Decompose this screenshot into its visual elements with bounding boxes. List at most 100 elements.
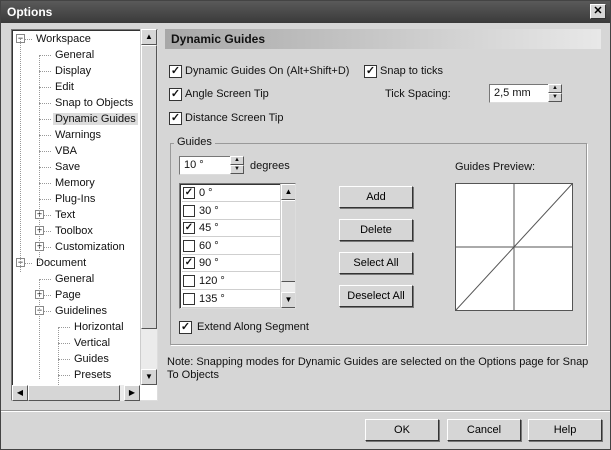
- tree-vertical-scrollbar[interactable]: ▲ ▼: [140, 29, 157, 385]
- scroll-right-button[interactable]: ▶: [124, 385, 140, 401]
- tree-item-label: Dynamic Guides: [53, 113, 138, 125]
- tree-item[interactable]: Horizontal: [72, 319, 126, 335]
- tree-item[interactable]: General: [53, 47, 96, 63]
- tree-item[interactable]: Page: [53, 287, 83, 303]
- guide-checkbox[interactable]: ✓: [183, 187, 195, 199]
- deselect-all-button[interactable]: Deselect All: [339, 285, 413, 307]
- tree-item[interactable]: Dynamic Guides: [53, 111, 138, 127]
- guide-label: 0 °: [199, 187, 213, 199]
- tick-spacing-field[interactable]: 2,5 mm: [489, 84, 549, 103]
- guide-list-item[interactable]: 60 °: [182, 238, 280, 255]
- scroll-up-button[interactable]: ▲: [281, 184, 295, 200]
- dynamic-guides-on-checkbox[interactable]: ✓: [169, 65, 182, 78]
- arrow-up-icon: ▲: [284, 187, 293, 196]
- guide-list-item[interactable]: ✓ 45 °: [182, 220, 280, 238]
- tree-item-label: Workspace: [36, 33, 91, 45]
- help-button[interactable]: Help: [528, 419, 602, 441]
- spin-down-icon[interactable]: ▼: [230, 165, 244, 174]
- tick-spacing-value: 2,5 mm: [494, 87, 531, 99]
- select-all-button[interactable]: Select All: [339, 252, 413, 274]
- arrow-down-icon: ▼: [145, 372, 153, 381]
- tick-spacing-spinner[interactable]: ▲ ▼: [548, 84, 562, 102]
- tree-item-label: Memory: [55, 177, 95, 189]
- hscroll-thumb[interactable]: [28, 385, 120, 401]
- tree-item-label: VBA: [55, 145, 78, 157]
- tree-item[interactable]: Workspace: [34, 31, 93, 47]
- guide-list-item[interactable]: 30 °: [182, 203, 280, 220]
- spin-up-icon[interactable]: ▲: [548, 84, 562, 93]
- guides-list-scrollbar[interactable]: ▲ ▼: [280, 184, 295, 308]
- tree-item[interactable]: General: [53, 271, 96, 287]
- scroll-thumb[interactable]: [141, 45, 157, 329]
- distance-screen-tip-checkbox[interactable]: ✓: [169, 112, 182, 125]
- scroll-thumb[interactable]: [281, 200, 295, 282]
- angle-screen-tip-label: Angle Screen Tip: [185, 88, 269, 100]
- degrees-label: degrees: [250, 160, 290, 172]
- angle-field[interactable]: 10 °: [179, 156, 231, 175]
- snap-to-ticks-checkbox[interactable]: ✓: [364, 65, 377, 78]
- scroll-down-button[interactable]: ▼: [281, 292, 295, 308]
- tree-item[interactable]: Edit: [53, 79, 76, 95]
- tree-item[interactable]: Memory: [53, 175, 97, 191]
- guides-list: ▲ ▼ ✓ 0 ° 30 ° ✓ 45 ° 60 ° ✓ 90 ° 120 ° 135 °: [179, 183, 296, 309]
- tree-item-label: General: [55, 49, 95, 61]
- tree-item[interactable]: Toolbox: [53, 223, 95, 239]
- spin-up-icon[interactable]: ▲: [230, 156, 244, 165]
- guide-list-item[interactable]: 120 °: [182, 273, 280, 290]
- footer-separator: [1, 410, 610, 412]
- tree-item-label: Display: [55, 65, 92, 77]
- tree-item[interactable]: VBA: [53, 143, 79, 159]
- tick-spacing-label: Tick Spacing:: [385, 88, 451, 100]
- guide-label: 90 °: [199, 257, 219, 270]
- angle-spinner[interactable]: ▲ ▼: [230, 156, 244, 174]
- tree-item[interactable]: Guidelines: [53, 303, 109, 319]
- tree-item[interactable]: Customization: [53, 239, 127, 255]
- tree-item[interactable]: Document: [34, 255, 88, 271]
- tree-item[interactable]: Plug-Ins: [53, 191, 97, 207]
- options-tree: Workspace − General Display Edit Snap to Obje…: [11, 29, 158, 401]
- tree-horizontal-scrollbar[interactable]: ◀ ▶: [12, 385, 140, 401]
- guides-preview-graphic: [455, 183, 573, 311]
- tree-item-label: Edit: [55, 81, 74, 93]
- arrow-left-icon: ◀: [16, 388, 24, 397]
- delete-button[interactable]: Delete: [339, 219, 413, 241]
- scroll-up-button[interactable]: ▲: [141, 29, 157, 45]
- scroll-left-button[interactable]: ◀: [12, 385, 28, 401]
- title-bar: Options ✕: [1, 1, 610, 23]
- guide-list-item[interactable]: ✓ 0 °: [182, 185, 280, 202]
- tree-connector: [39, 199, 51, 200]
- tree-connector: [39, 87, 51, 88]
- arrow-up-icon: ▲: [145, 32, 153, 41]
- tree-item[interactable]: Guides: [72, 351, 111, 367]
- tree-connector: [39, 55, 51, 56]
- tree-connector: [39, 119, 51, 120]
- guide-checkbox[interactable]: [183, 275, 195, 287]
- guide-checkbox[interactable]: ✓: [183, 257, 195, 270]
- guide-list-item[interactable]: 135 °: [182, 291, 280, 308]
- tree-item[interactable]: Warnings: [53, 127, 103, 143]
- tree-connector: [58, 327, 70, 328]
- ok-button[interactable]: OK: [365, 419, 439, 441]
- guide-checkbox[interactable]: [183, 292, 195, 305]
- extend-along-segment-checkbox[interactable]: ✓: [179, 321, 192, 334]
- spin-down-icon[interactable]: ▼: [548, 93, 562, 102]
- guide-checkbox[interactable]: ✓: [183, 222, 195, 235]
- close-button[interactable]: ✕: [590, 4, 606, 19]
- guide-checkbox[interactable]: [183, 204, 195, 217]
- tree-item[interactable]: Presets: [72, 367, 113, 383]
- tree-item[interactable]: Display: [53, 63, 93, 79]
- tree-item[interactable]: Vertical: [72, 335, 112, 351]
- tree-item[interactable]: Text: [53, 207, 77, 223]
- angle-screen-tip-checkbox[interactable]: ✓: [169, 88, 182, 101]
- cancel-button[interactable]: Cancel: [447, 419, 521, 441]
- tree-item[interactable]: Save: [53, 159, 82, 175]
- guide-checkbox[interactable]: [183, 239, 195, 252]
- tree-item-label: Plug-Ins: [55, 193, 96, 205]
- check-icon: ✓: [184, 222, 194, 234]
- scroll-down-button[interactable]: ▼: [141, 369, 157, 385]
- tree-item[interactable]: Snap to Objects: [53, 95, 135, 111]
- add-button[interactable]: Add: [339, 186, 413, 208]
- guide-list-item[interactable]: ✓ 90 °: [182, 255, 280, 273]
- tree-item-label: Presets: [74, 369, 112, 381]
- options-dialog: Options ✕ Workspace − General Display Edit Sn…: [0, 0, 611, 450]
